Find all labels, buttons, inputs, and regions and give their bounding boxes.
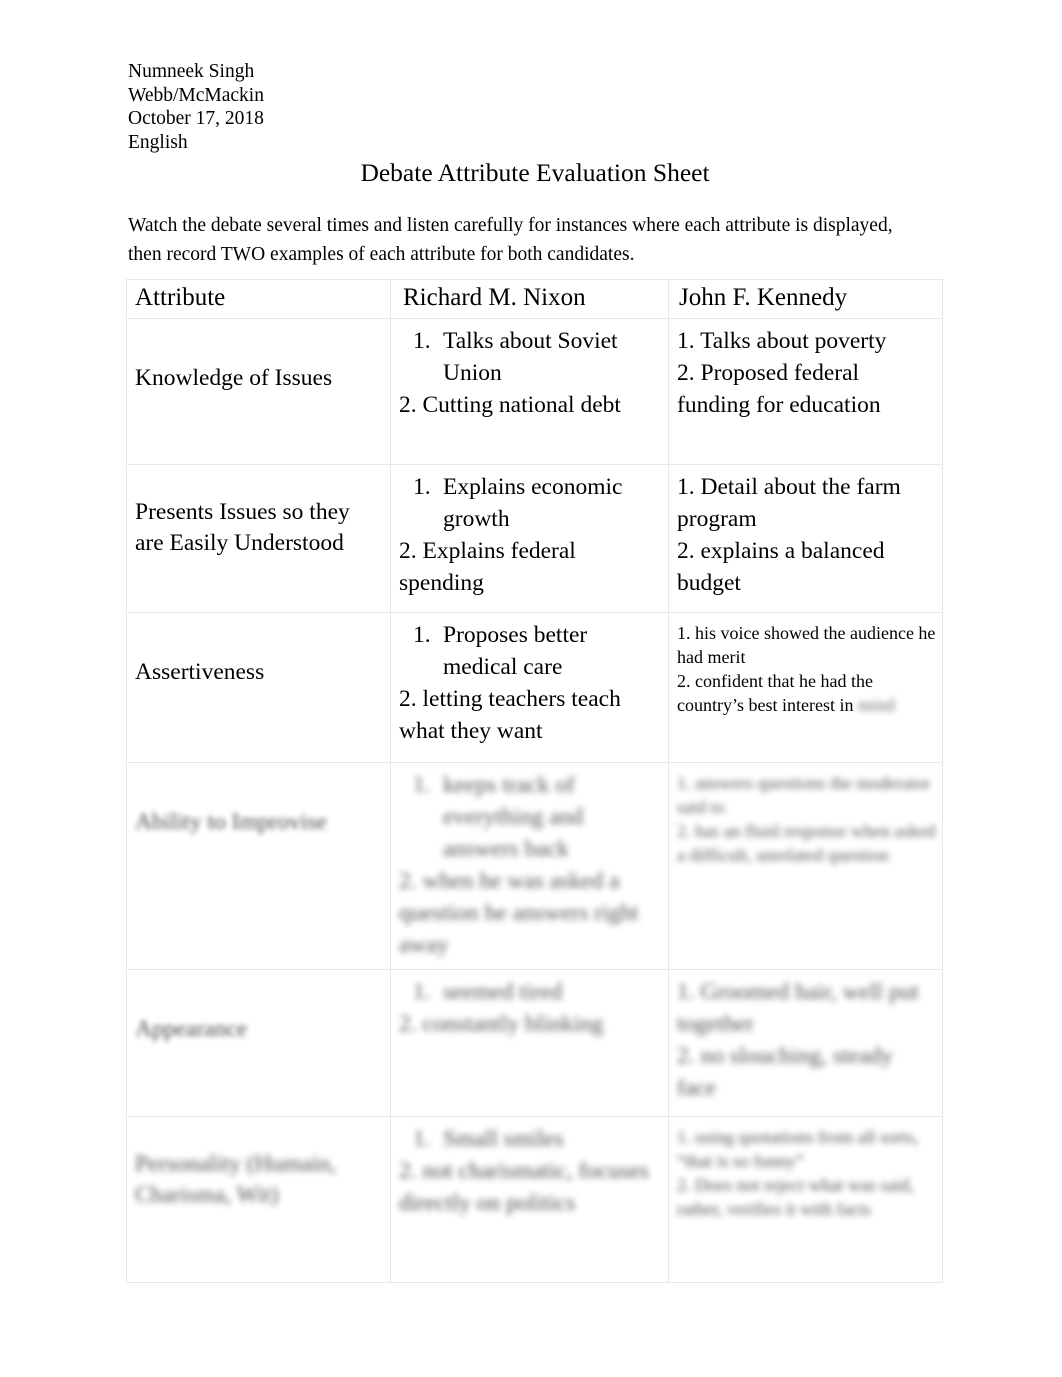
nixon-example-2: 2. when he was asked a question he answe… <box>399 868 639 958</box>
nixon-cell: 1. Talks about Soviet Union 2. Cutting na… <box>390 318 669 465</box>
table-row: Ability to Improvise 1. keeps track of ev… <box>126 762 943 970</box>
document-page: Numneek Singh Webb/McMackin October 17, … <box>0 0 1062 1377</box>
kennedy-example-1: 1. using quotations from all sorts, “tha… <box>677 1127 919 1171</box>
kennedy-example-1: 1. Detail about the farm program <box>677 474 901 532</box>
kennedy-examples: 1. answers questions the moderator said … <box>669 763 942 875</box>
kennedy-example-2: 2. has an fluid response when asked a di… <box>677 821 936 865</box>
heading-line-subject: English <box>128 131 188 153</box>
nixon-example-2: 2. Explains federal spending <box>399 538 576 596</box>
nixon-example-2: 2. not charismatic, focuses directly on … <box>399 1158 649 1216</box>
nixon-cell: 1. Proposes better medical care 2. lettin… <box>390 612 669 763</box>
kennedy-example-2: 2. Does not reject what was said, rather… <box>677 1175 914 1219</box>
nixon-examples: 1. Talks about Soviet Union 2. Cutting na… <box>391 319 668 429</box>
attribute-evaluation-table: Attribute Richard M. Nixon John F. Kenne… <box>126 279 943 1283</box>
nixon-examples: 1. keeps track of everything and answers … <box>391 763 668 969</box>
kennedy-example-1: 1. Talks about poverty <box>677 328 887 354</box>
nixon-examples: 1. Small smiles 2. not charismatic, focus… <box>391 1117 668 1227</box>
column-header-kennedy: John F. Kennedy <box>668 279 943 319</box>
kennedy-example-2-blurred-tail: mind <box>857 695 895 715</box>
column-header-nixon-label: Richard M. Nixon <box>403 284 586 311</box>
attribute-evaluation-table-wrapper: Attribute Richard M. Nixon John F. Kenne… <box>126 279 943 1283</box>
nixon-example-1: Talks about Soviet Union <box>443 328 618 386</box>
kennedy-cell: 1. using quotations from all sorts, “tha… <box>668 1116 943 1283</box>
kennedy-example-2: 2. explains a balanced budget <box>677 538 885 596</box>
nixon-example-1: keeps track of everything and answers ba… <box>443 772 584 862</box>
column-header-kennedy-label: John F. Kennedy <box>679 284 848 311</box>
kennedy-examples: 1. his voice showed the audience he had … <box>669 613 942 725</box>
attribute-label: Ability to Improvise <box>135 809 327 835</box>
nixon-example-2: 2. constantly blinking <box>399 1011 604 1037</box>
nixon-examples: 1. Explains economic growth 2. Explains f… <box>391 465 668 607</box>
attribute-label: Assertiveness <box>135 659 265 685</box>
kennedy-examples: 1. Detail about the farm program 2. expl… <box>669 465 942 607</box>
kennedy-examples: 1. Groomed hair, well put together 2. no… <box>669 970 942 1112</box>
column-header-attribute: Attribute <box>126 279 391 319</box>
nixon-example-1: Proposes better medical care <box>443 622 588 680</box>
kennedy-cell: 1. answers questions the moderator said … <box>668 762 943 970</box>
kennedy-cell: 1. his voice showed the audience he had … <box>668 612 943 763</box>
attribute-cell: Personality (Humain, Charisma, Wit) <box>126 1116 391 1283</box>
heading-line-date: October 17, 2018 <box>128 108 264 130</box>
kennedy-cell: 1. Groomed hair, well put together 2. no… <box>668 969 943 1117</box>
column-header-nixon: Richard M. Nixon <box>390 279 669 319</box>
nixon-examples: 1. seemed tired 2. constantly blinking <box>391 970 668 1048</box>
nixon-example-1: Small smiles <box>443 1126 564 1152</box>
table-row: Assertiveness 1. Proposes better medical … <box>126 612 943 763</box>
instructions-paragraph: Watch the debate several times and liste… <box>128 215 893 265</box>
attribute-cell: Knowledge of Issues <box>126 318 391 465</box>
attribute-cell: Presents Issues so they are Easily Under… <box>126 464 391 613</box>
attribute-cell: Ability to Improvise <box>126 762 391 970</box>
nixon-cell: 1. seemed tired 2. constantly blinking <box>390 969 669 1117</box>
kennedy-examples: 1. using quotations from all sorts, “tha… <box>669 1117 942 1229</box>
nixon-examples: 1. Proposes better medical care 2. lettin… <box>391 613 668 755</box>
nixon-cell: 1. Explains economic growth 2. Explains f… <box>390 464 669 613</box>
page-title: Debate Attribute Evaluation Sheet <box>360 158 710 187</box>
attribute-cell: Assertiveness <box>126 612 391 763</box>
kennedy-example-1: 1. Groomed hair, well put together <box>677 979 919 1037</box>
attribute-label: Presents Issues so they are Easily Under… <box>135 499 350 556</box>
nixon-example-1: seemed tired <box>443 979 563 1005</box>
attribute-cell: Appearance <box>126 969 391 1117</box>
kennedy-cell: 1. Talks about poverty 2. Proposed feder… <box>668 318 943 465</box>
attribute-label: Knowledge of Issues <box>135 365 333 391</box>
kennedy-example-1: 1. answers questions the moderator said … <box>677 773 931 817</box>
kennedy-cell: 1. Detail about the farm program 2. expl… <box>668 464 943 613</box>
heading-line-teacher: Webb/McMackin <box>128 84 264 106</box>
kennedy-example-1: 1. his voice showed the audience he had … <box>677 623 936 667</box>
nixon-cell: 1. keeps track of everything and answers … <box>390 762 669 970</box>
nixon-example-2: 2. letting teachers teach what they want <box>399 686 621 744</box>
table-header-row: Attribute Richard M. Nixon John F. Kenne… <box>126 279 943 319</box>
kennedy-example-2: 2. Proposed federal funding for educatio… <box>677 360 881 418</box>
table-row: Personality (Humain, Charisma, Wit) 1. Sm… <box>126 1116 943 1283</box>
heading-line-name: Numneek Singh <box>128 61 255 82</box>
table-row: Knowledge of Issues 1. Talks about Soviet… <box>126 318 943 465</box>
kennedy-example-2: 2. confident that he had the country’s b… <box>677 669 936 717</box>
nixon-cell: 1. Small smiles 2. not charismatic, focus… <box>390 1116 669 1283</box>
kennedy-example-2: 2. no slouching, steady face <box>677 1043 894 1101</box>
nixon-example-1: Explains economic growth <box>443 474 623 532</box>
kennedy-example-2-text: 2. confident that he had the country’s b… <box>677 671 873 715</box>
attribute-label: Appearance <box>135 1016 248 1042</box>
attribute-label: Personality (Humain, Charisma, Wit) <box>135 1151 337 1208</box>
kennedy-examples: 1. Talks about poverty 2. Proposed feder… <box>669 319 942 429</box>
student-heading-block: Numneek Singh Webb/McMackin October 17, … <box>128 60 264 154</box>
column-header-attribute-label: Attribute <box>135 284 226 311</box>
nixon-example-2: 2. Cutting national debt <box>399 392 621 418</box>
table-row: Presents Issues so they are Easily Under… <box>126 464 943 613</box>
table-row: Appearance 1. seemed tired 2. constantly … <box>126 969 943 1117</box>
